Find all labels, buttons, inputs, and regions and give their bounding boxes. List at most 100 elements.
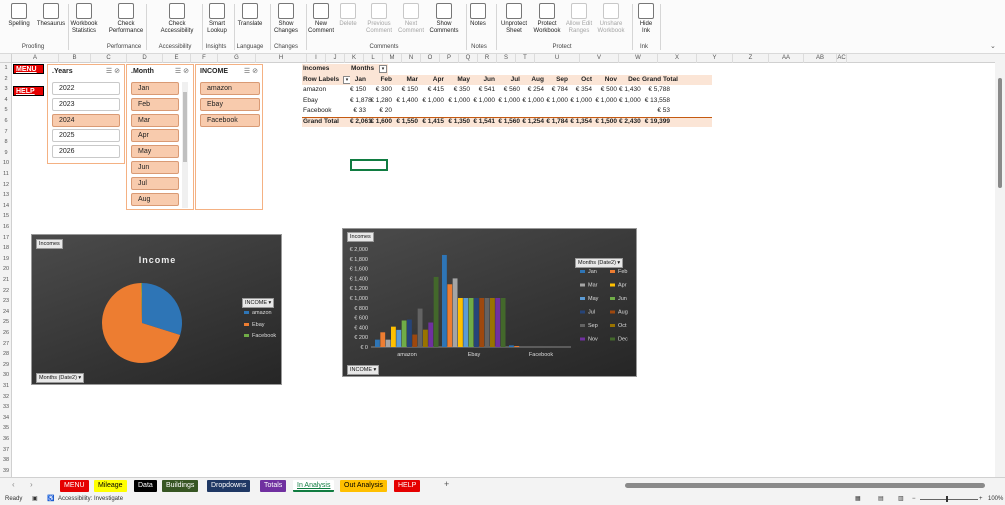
column-header[interactable]: P (440, 54, 459, 63)
bar-ebay-may[interactable] (463, 298, 469, 347)
row-header[interactable]: 8 (0, 137, 12, 148)
row-header[interactable]: 30 (0, 370, 12, 381)
bar-amazon-sep[interactable] (417, 308, 423, 347)
slicer-item-ebay[interactable]: Ebay (200, 97, 260, 111)
row-header[interactable]: 19 (0, 254, 12, 265)
row-header[interactable]: 12 (0, 180, 12, 191)
row-header[interactable]: 37 (0, 445, 12, 456)
smart-lookup-button[interactable]: Smart Lookup (205, 3, 229, 35)
bar-facebook-jan[interactable] (509, 345, 514, 347)
new-comment-button[interactable]: New Comment (307, 3, 335, 35)
accessibility-status[interactable]: Accessibility: Investigate (58, 493, 123, 505)
row-header[interactable]: 28 (0, 349, 12, 360)
column-header[interactable]: T (516, 54, 535, 63)
slicer-item-2023[interactable]: 2023 (52, 97, 120, 111)
row-header[interactable]: 5 (0, 105, 12, 116)
row-header[interactable]: 3 (0, 84, 12, 95)
delete-button[interactable]: Delete (337, 3, 359, 28)
check-accessibility-button[interactable]: Check Accessibility (154, 3, 200, 35)
column-header[interactable]: Z (733, 54, 769, 63)
row-header[interactable]: 39 (0, 466, 12, 477)
column-header[interactable]: AC (837, 54, 847, 63)
row-header[interactable]: 29 (0, 360, 12, 371)
bar-amazon-jun[interactable] (401, 320, 407, 347)
tab-out-analysis[interactable]: Out Analysis (340, 480, 387, 492)
bar-amazon-mar[interactable] (385, 339, 391, 347)
months-filter-dropdown[interactable]: ▾ (379, 65, 387, 73)
tab-dropdowns[interactable]: Dropdowns (207, 480, 251, 492)
slicer-item-jan[interactable]: Jan (131, 82, 179, 95)
column-header[interactable]: M (383, 54, 402, 63)
tab-totals[interactable]: Totals (260, 480, 287, 492)
row-header[interactable]: 14 (0, 201, 12, 212)
column-header[interactable]: Q (459, 54, 478, 63)
bar-ebay-jul[interactable] (474, 298, 479, 347)
column-header[interactable]: X (658, 54, 697, 63)
bar-ebay-nov[interactable] (495, 298, 501, 347)
slicer-item-aug[interactable]: Aug (131, 192, 179, 206)
bar-months-filter[interactable]: Months (Date2) ▾ (575, 258, 624, 268)
bar-amazon-jul[interactable] (407, 319, 412, 347)
column-header[interactable]: R (478, 54, 497, 63)
column-header[interactable]: N (402, 54, 421, 63)
slicer-item-2024[interactable]: 2024 (52, 113, 120, 127)
slicer-item-2026[interactable]: 2026 (52, 145, 120, 159)
show-comments-button[interactable]: Show Comments (428, 3, 460, 35)
bar-ebay-oct[interactable] (490, 298, 495, 347)
bar-ebay-dec[interactable] (500, 298, 506, 347)
row-header[interactable]: 22 (0, 286, 12, 297)
horizontal-scroll-thumb[interactable] (625, 483, 985, 488)
month-slicer-scroll-thumb[interactable] (183, 92, 187, 162)
row-header[interactable]: 11 (0, 169, 12, 180)
slicer-item-2025[interactable]: 2025 (52, 129, 120, 143)
column-header[interactable]: U (535, 54, 580, 63)
allow-edit-ranges-button[interactable]: Allow Edit Ranges (565, 3, 593, 35)
slicer-filter-icons[interactable]: ☰ ⊘ (244, 67, 258, 75)
column-header[interactable]: V (580, 54, 619, 63)
thesaurus-button[interactable]: Thesaurus (37, 3, 65, 28)
bar-ebay-feb[interactable] (447, 284, 453, 347)
column-header[interactable]: I (307, 54, 326, 63)
row-header[interactable]: 32 (0, 392, 12, 403)
column-header[interactable]: G (218, 54, 256, 63)
selected-cell[interactable] (350, 159, 388, 171)
next-comment-button[interactable]: Next Comment (398, 3, 424, 35)
column-header[interactable]: Y (697, 54, 733, 63)
bar-amazon-nov[interactable] (428, 322, 434, 348)
bar-amazon-jan[interactable] (375, 339, 380, 347)
row-header[interactable]: 27 (0, 339, 12, 350)
page-layout-icon[interactable]: ▤ (878, 493, 884, 505)
column-header[interactable]: AB (804, 54, 837, 63)
column-header[interactable]: J (326, 54, 345, 63)
pie-chart[interactable]: Incomes Income INCOME ▾ amazon Ebay Facebo… (31, 234, 282, 385)
column-header[interactable]: AA (769, 54, 804, 63)
zoom-in-icon[interactable]: + (979, 493, 983, 505)
bar-amazon-oct[interactable] (423, 329, 428, 347)
tab-help[interactable]: HELP (394, 480, 421, 492)
slicer-item-jul[interactable]: Jul (131, 176, 179, 190)
column-header[interactable]: C (91, 54, 127, 63)
column-header[interactable]: F (191, 54, 218, 63)
bar-amazon-dec[interactable] (433, 276, 439, 347)
workbook-statistics-button[interactable]: Workbook Statistics (68, 3, 100, 35)
bar-chart[interactable]: Incomes € 2,000 € 1,800 € 1,600 € 1,400 € 1,… (342, 228, 637, 377)
column-header[interactable]: W (619, 54, 658, 63)
unprotect-sheet-button[interactable]: Unprotect Sheet (499, 3, 529, 35)
previous-comment-button[interactable]: Previous Comment (364, 3, 394, 35)
bar-facebook-feb[interactable] (514, 346, 520, 347)
bar-ebay-aug[interactable] (479, 298, 485, 347)
scroll-tabs-left-icon[interactable]: ‹ (12, 480, 15, 489)
row-header[interactable]: 9 (0, 148, 12, 159)
zoom-out-icon[interactable]: − (912, 493, 916, 505)
vertical-scroll-thumb[interactable] (998, 78, 1002, 188)
row-header[interactable]: 15 (0, 211, 12, 222)
slicer-item-may[interactable]: May (131, 145, 179, 159)
row-header[interactable]: 7 (0, 127, 12, 138)
hide-ink-button[interactable]: Hide Ink (636, 3, 656, 35)
row-header[interactable]: 24 (0, 307, 12, 318)
scroll-tabs-right-icon[interactable]: › (30, 480, 33, 489)
row-header[interactable]: 38 (0, 455, 12, 466)
row-header[interactable]: 34 (0, 413, 12, 424)
column-header[interactable]: D (127, 54, 163, 63)
column-header[interactable]: S (497, 54, 516, 63)
